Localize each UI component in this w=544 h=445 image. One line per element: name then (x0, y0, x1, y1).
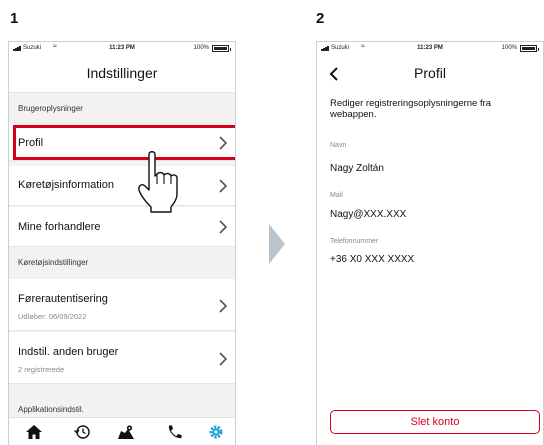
map-icon[interactable] (117, 424, 135, 440)
phone-value: +36 X0 XXX XXXX (330, 254, 415, 265)
settings-header: Indstillinger (9, 55, 235, 93)
status-bar: Suzuki ≈ 11:23 PM 100% (9, 42, 235, 55)
settings-item-sublabel: Udløber: 06/09/2022 (18, 312, 87, 321)
section-header-user-info: Brugeroplysninger (9, 94, 235, 124)
profile-intro-text: Rediger registreringsoplysningerne fra w… (330, 98, 492, 120)
chevron-right-icon (219, 179, 228, 193)
settings-item-dealers[interactable]: Mine forhandlere (9, 207, 235, 247)
status-bar: Suzuki ≈ 11:23 PM 100% (317, 42, 543, 55)
battery-percent: 100% (193, 45, 209, 51)
name-value: Nagy Zoltán (330, 163, 384, 174)
name-label: Navn (330, 142, 347, 149)
page-title: Profil (414, 65, 446, 81)
home-icon[interactable] (25, 424, 43, 440)
step-number-2: 2 (316, 10, 325, 27)
step-number-1: 1 (10, 10, 19, 27)
settings-item-label: Køretøjsinformation (18, 179, 114, 191)
profile-header: Profil (317, 55, 543, 93)
settings-item-label: Førerautentisering (18, 293, 108, 305)
chevron-right-icon (219, 299, 228, 313)
settings-item-other-user[interactable]: Indstil. anden bruger 2 registrerede (9, 332, 235, 384)
battery-percent: 100% (501, 45, 517, 51)
history-icon[interactable] (73, 424, 91, 440)
page-title: Indstillinger (86, 65, 158, 81)
pointing-hand-icon (138, 151, 178, 213)
profil-highlight (13, 125, 235, 160)
mail-label: Mail (330, 192, 343, 199)
settings-item-label: Mine forhandlere (18, 221, 101, 233)
settings-item-vehicle-info[interactable]: Køretøjsinformation (9, 166, 235, 206)
battery-icon (212, 45, 231, 52)
mail-value: Nagy@XXX.XXX (330, 209, 407, 220)
delete-account-button[interactable]: Slet konto (330, 410, 540, 434)
settings-icon[interactable] (207, 424, 225, 440)
chevron-right-icon (219, 220, 228, 234)
section-header-vehicle-settings: Køretøjsindstillinger (9, 248, 235, 278)
battery-icon (520, 45, 539, 52)
tab-bar (9, 417, 235, 445)
settings-item-label: Indstil. anden bruger (18, 346, 119, 358)
profile-screen: Suzuki ≈ 11:23 PM 100% Profil Rediger re… (316, 41, 544, 445)
settings-screen: Suzuki ≈ 11:23 PM 100% Indstillinger Bru… (8, 41, 236, 445)
settings-item-driver-auth[interactable]: Førerautentisering Udløber: 06/09/2022 (9, 279, 235, 331)
phone-label: Telefonnummer (330, 238, 379, 245)
phone-icon[interactable] (165, 424, 183, 440)
next-step-arrow-icon (269, 224, 285, 264)
settings-item-sublabel: 2 registrerede (18, 365, 65, 374)
chevron-right-icon (219, 352, 228, 366)
